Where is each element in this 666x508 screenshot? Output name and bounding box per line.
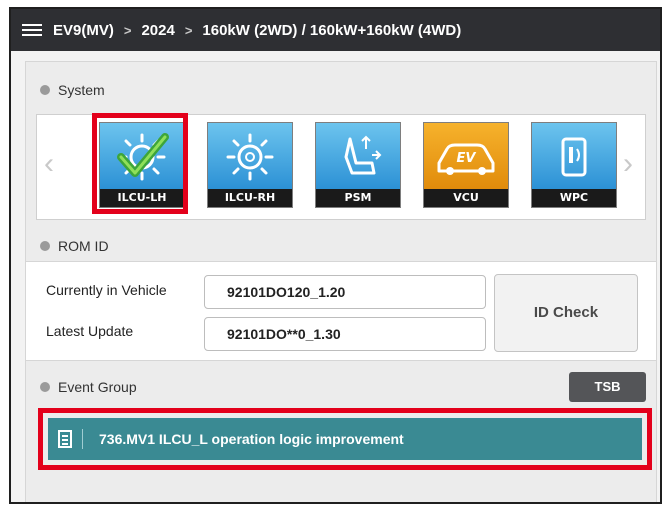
system-title: System xyxy=(58,82,105,98)
tile-label: VCU xyxy=(424,189,508,207)
app-window: EV9(MV) > 2024 > 160kW (2WD) / 160kW+160… xyxy=(9,7,662,504)
latest-version-label: Latest Update xyxy=(46,323,134,339)
event-highlight: 736.MV1 ILCU_L operation logic improveme… xyxy=(38,408,652,470)
document-icon xyxy=(48,430,82,448)
id-check-button[interactable]: ID Check xyxy=(494,274,638,352)
current-version-label: Currently in Vehicle xyxy=(46,282,167,298)
bullet-icon xyxy=(40,241,50,251)
bullet-icon xyxy=(40,382,50,392)
event-text: 736.MV1 ILCU_L operation logic improveme… xyxy=(99,431,404,447)
breadcrumb-separator: > xyxy=(123,22,132,38)
breadcrumb: EV9(MV) > 2024 > 160kW (2WD) / 160kW+160… xyxy=(11,9,660,51)
system-tile-vcu[interactable]: EV VCU xyxy=(423,122,509,208)
system-tile-wpc[interactable]: WPC xyxy=(531,122,617,208)
breadcrumb-model[interactable]: EV9(MV) xyxy=(53,22,114,39)
event-title: Event Group xyxy=(58,379,137,395)
rom-section-header: ROM ID xyxy=(26,230,109,262)
latest-version-field: 92101DO**0_1.30 xyxy=(204,317,486,351)
event-row[interactable]: 736.MV1 ILCU_L operation logic improveme… xyxy=(48,418,642,460)
system-tile-ilcu-rh[interactable]: ILCU-RH xyxy=(207,122,293,208)
event-section-header: Event Group xyxy=(26,371,137,403)
selected-tile-highlight xyxy=(92,113,188,214)
breadcrumb-variant[interactable]: 160kW (2WD) / 160kW+160kW (4WD) xyxy=(202,22,461,39)
tile-label: WPC xyxy=(532,189,616,207)
main-panel: System ‹ ILCU-LH ILCU-RH PSM EV VCU WPC … xyxy=(25,61,657,502)
chevron-left-icon[interactable]: ‹ xyxy=(44,149,54,179)
tile-label: ILCU-RH xyxy=(208,189,292,207)
chevron-right-icon[interactable]: › xyxy=(623,149,633,179)
rom-id-panel: Currently in Vehicle 92101DO120_1.20 Lat… xyxy=(26,261,656,361)
ev-car-icon: EV xyxy=(424,123,508,191)
breadcrumb-year[interactable]: 2024 xyxy=(141,22,174,39)
system-tile-psm[interactable]: PSM xyxy=(315,122,401,208)
breadcrumb-separator: > xyxy=(184,22,193,38)
svg-text:EV: EV xyxy=(457,151,477,166)
divider xyxy=(82,429,83,449)
bullet-icon xyxy=(40,85,50,95)
tile-label: PSM xyxy=(316,189,400,207)
tsb-button[interactable]: TSB xyxy=(569,372,646,402)
system-section-header: System xyxy=(26,74,105,106)
seat-icon xyxy=(316,123,400,191)
light-icon xyxy=(208,123,292,191)
wireless-charging-icon xyxy=(532,123,616,191)
car-menu-icon[interactable] xyxy=(21,22,43,38)
current-version-field: 92101DO120_1.20 xyxy=(204,275,486,309)
rom-title: ROM ID xyxy=(58,238,109,254)
